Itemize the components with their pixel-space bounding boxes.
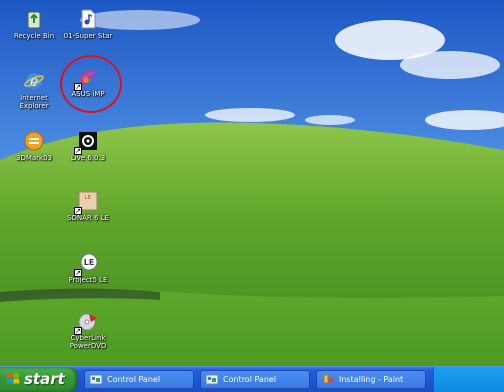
taskbar-button-paint[interactable]: Installing - Paint [316,370,426,389]
recycle-bin-icon [23,8,45,30]
highlight-circle [60,55,122,113]
svg-text:LE: LE [85,195,91,201]
powerdvd-icon: ↗ [74,310,99,335]
live-app-icon: ↗ [74,130,99,155]
desktop-icon-project5[interactable]: LE ↗ Project5 LE [58,252,118,284]
svg-text:LE: LE [84,258,95,267]
desktop-icon-label: Live 6.0.3 [70,154,106,162]
paint-icon [323,374,334,384]
control-panel-icon [90,374,102,385]
desktop-icon-label: Internet Explorer [19,94,49,110]
taskbar: start Control Panel Control Panel Instal… [0,366,504,392]
desktop-icon-label: Project5 LE [68,276,108,284]
taskbar-button-control-panel-2[interactable]: Control Panel [200,370,310,389]
shortcut-arrow-icon: ↗ [74,269,82,277]
desktop-icon-label: 3DMark03 [15,154,52,162]
shortcut-arrow-icon: ↗ [74,147,82,155]
3dmark-icon [23,130,45,152]
desktop-icon-label: Recycle Bin [13,32,55,40]
desktop-icon-label: SONAR 6 LE [66,214,110,222]
shortcut-arrow-icon: ↗ [74,327,82,335]
sonar-icon: LE ↗ [74,190,99,215]
desktop-icon-super-star[interactable]: 01-Super Star [58,8,118,40]
taskbar-button-label: Installing - Paint [339,375,404,384]
control-panel-icon [206,374,218,385]
desktop-icon-label: CyberLink PowerDVD [69,334,107,350]
desktop-icon-sonar[interactable]: LE ↗ SONAR 6 LE [58,190,118,222]
system-tray [433,367,504,392]
taskbar-button-label: Control Panel [223,375,277,384]
desktop-icon-label: 01-Super Star [63,32,113,40]
desktop-icon-live[interactable]: ↗ Live 6.0.3 [58,130,118,162]
desktop-icon-recycle-bin[interactable]: Recycle Bin [4,8,64,40]
start-label: start [24,370,65,388]
taskbar-button-label: Control Panel [107,375,161,384]
desktop-icon-3dmark[interactable]: 3DMark03 [4,130,64,162]
internet-explorer-icon: e [23,70,45,92]
desktop-icon-internet-explorer[interactable]: e Internet Explorer [4,70,64,110]
project5-icon: LE ↗ [74,252,99,277]
desktop: Recycle Bin 01-Super Star e Internet Exp… [0,0,504,366]
shortcut-arrow-icon: ↗ [74,207,82,215]
start-button[interactable]: start [0,367,78,392]
mp3-file-icon [77,8,99,30]
windows-logo-icon [7,373,19,384]
desktop-icon-powerdvd[interactable]: ↗ CyberLink PowerDVD [58,310,118,350]
taskbar-button-control-panel[interactable]: Control Panel [84,370,194,389]
